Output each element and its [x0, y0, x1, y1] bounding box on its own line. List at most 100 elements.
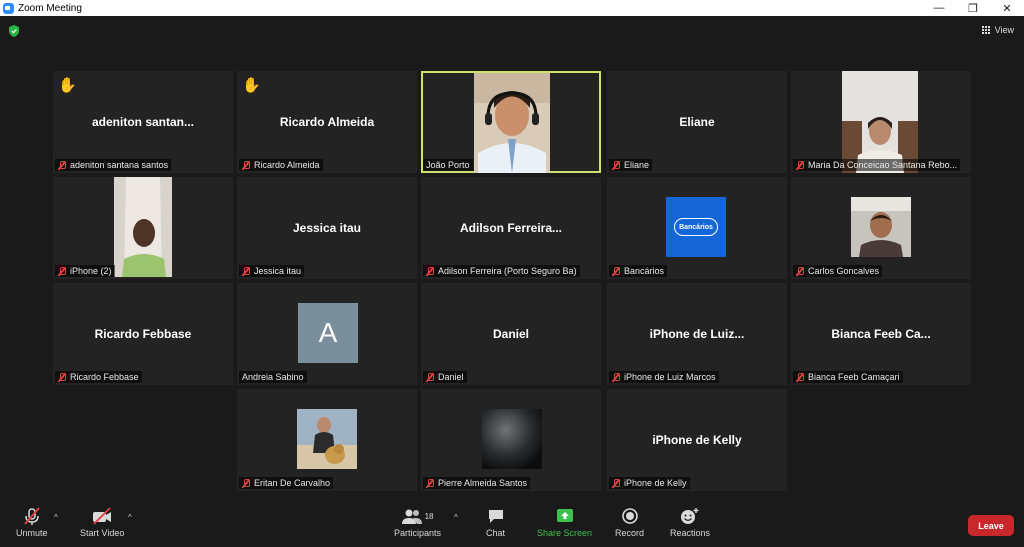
participant-name-label: Daniel — [423, 371, 467, 383]
bancarios-logo-text: Bancários — [679, 223, 713, 231]
meeting-area: View ✋ adeniton santan... adeniton santa… — [0, 16, 1024, 499]
title-bar: Zoom Meeting — ❐ ✕ — [0, 0, 1024, 16]
participant-name-label: Bancários — [609, 265, 668, 277]
share-screen-label: Share Screen — [537, 528, 593, 538]
participant-tile[interactable]: A Andreia Sabino — [237, 283, 417, 385]
participant-tile-active-speaker[interactable]: João Porto — [421, 71, 601, 173]
participants-options-caret-icon[interactable]: ^ — [454, 513, 458, 522]
participant-video — [842, 71, 918, 173]
participant-name-label: iPhone de Kelly — [609, 477, 690, 489]
participant-tile[interactable]: iPhone de Luiz... iPhone de Luiz Marcos — [607, 283, 787, 385]
mic-muted-icon — [58, 372, 66, 382]
mic-muted-icon — [242, 478, 250, 488]
participants-button[interactable]: 18 Participants — [394, 507, 441, 538]
participant-tile[interactable]: Bianca Feeb Ca... Bianca Feeb Camaçari — [791, 283, 971, 385]
chat-icon — [487, 507, 505, 525]
mic-muted-icon — [242, 266, 250, 276]
participant-tile[interactable]: Adilson Ferreira... Adilson Ferreira (Po… — [421, 177, 601, 279]
participant-tile[interactable]: Eritan De Carvalho — [237, 389, 417, 491]
participant-tile[interactable]: Ricardo Febbase Ricardo Febbase — [53, 283, 233, 385]
participant-name-label: Eritan De Carvalho — [239, 477, 334, 489]
participant-display-name: Ricardo Almeida — [279, 115, 375, 129]
participant-name-label: João Porto — [423, 159, 473, 171]
mic-muted-icon — [796, 160, 804, 170]
mic-muted-icon — [796, 372, 804, 382]
participants-count: 18 — [424, 511, 434, 521]
mic-muted-icon — [612, 266, 620, 276]
record-label: Record — [615, 528, 645, 538]
participant-tile[interactable]: Jessica itau Jessica itau — [237, 177, 417, 279]
participant-display-name: iPhone de Luiz... — [649, 327, 745, 341]
participant-video — [114, 177, 172, 277]
participant-tile[interactable]: Bancários Bancários — [607, 177, 787, 279]
participant-name-label: Carlos Goncalves — [793, 265, 883, 277]
video-options-caret-icon[interactable]: ^ — [128, 513, 132, 522]
mic-muted-icon — [612, 160, 620, 170]
mic-muted-icon — [426, 372, 434, 382]
participant-display-name: Daniel — [492, 327, 529, 341]
unmute-button[interactable]: Unmute — [16, 507, 48, 538]
participant-tile[interactable]: Pierre Almeida Santos — [421, 389, 601, 491]
participant-name-label: adeniton santana santos — [55, 159, 172, 171]
audio-options-caret-icon[interactable]: ^ — [54, 513, 58, 522]
participant-name-label: Eliane — [609, 159, 653, 171]
window-controls: — ❐ ✕ — [922, 0, 1024, 16]
participant-name-label: Jessica itau — [239, 265, 305, 277]
participant-tile[interactable]: Daniel Daniel — [421, 283, 601, 385]
participant-tile[interactable]: ✋ Ricardo Almeida Ricardo Almeida — [237, 71, 417, 173]
participant-display-name: Jessica itau — [292, 221, 362, 235]
mic-muted-icon — [23, 507, 41, 525]
participant-tile[interactable]: Maria Da Conceicao Santana Rebo... — [791, 71, 971, 173]
participant-name-label: Ricardo Febbase — [55, 371, 142, 383]
participant-name-label: Bianca Feeb Camaçari — [793, 371, 903, 383]
participants-label: Participants — [394, 528, 442, 538]
chat-label: Chat — [486, 528, 506, 538]
participant-tile[interactable]: iPhone (2) — [53, 177, 233, 279]
participant-display-name: Bianca Feeb Ca... — [831, 327, 931, 341]
leave-button[interactable]: Leave — [968, 515, 1014, 536]
participant-name-label: iPhone de Luiz Marcos — [609, 371, 719, 383]
meeting-toolbar: Unmute ^ Start Video ^ 18 Participants ^ — [0, 499, 1024, 547]
mic-muted-icon — [612, 372, 620, 382]
record-icon — [621, 507, 639, 525]
participant-display-name: Adilson Ferreira... — [459, 221, 563, 235]
minimize-button[interactable]: — — [922, 0, 956, 16]
start-video-button[interactable]: Start Video — [80, 507, 124, 538]
record-button[interactable]: Record — [615, 507, 644, 538]
zoom-app-icon — [3, 2, 14, 14]
video-off-icon — [91, 507, 113, 525]
participant-video — [482, 409, 542, 469]
unmute-label: Unmute — [16, 528, 48, 538]
restore-button[interactable]: ❐ — [956, 0, 990, 16]
participant-tile[interactable]: iPhone de Kelly iPhone de Kelly — [607, 389, 787, 491]
mic-muted-icon — [58, 160, 66, 170]
raised-hand-icon: ✋ — [242, 77, 261, 94]
participant-name-label: Maria Da Conceicao Santana Rebo... — [793, 159, 961, 171]
participant-name-label: Adilson Ferreira (Porto Seguro Ba) — [423, 265, 580, 277]
participant-display-name: iPhone de Kelly — [652, 433, 742, 447]
participant-video — [474, 73, 550, 173]
raised-hand-icon: ✋ — [58, 77, 77, 94]
mic-muted-icon — [58, 266, 66, 276]
participant-display-name: Eliane — [679, 115, 715, 129]
mic-muted-icon — [242, 160, 250, 170]
share-screen-icon — [556, 507, 574, 525]
chat-button[interactable]: Chat — [486, 507, 505, 538]
close-button[interactable]: ✕ — [990, 0, 1024, 16]
window-title: Zoom Meeting — [18, 2, 82, 14]
mic-muted-icon — [796, 266, 804, 276]
reactions-icon — [680, 507, 700, 525]
bancarios-logo: Bancários — [666, 197, 726, 257]
participant-tile[interactable]: Carlos Goncalves — [791, 177, 971, 279]
participant-tile[interactable]: Eliane Eliane — [607, 71, 787, 173]
mic-muted-icon — [426, 266, 434, 276]
participants-icon: 18 — [401, 507, 434, 525]
mic-muted-icon — [426, 478, 434, 488]
participant-name-label: Ricardo Almeida — [239, 159, 323, 171]
reactions-label: Reactions — [670, 528, 711, 538]
share-screen-button[interactable]: Share Screen — [537, 507, 592, 538]
participant-display-name: adeniton santan... — [91, 115, 194, 129]
participant-video — [297, 409, 357, 469]
reactions-button[interactable]: Reactions — [670, 507, 710, 538]
participant-tile[interactable]: ✋ adeniton santan... adeniton santana sa… — [53, 71, 233, 173]
